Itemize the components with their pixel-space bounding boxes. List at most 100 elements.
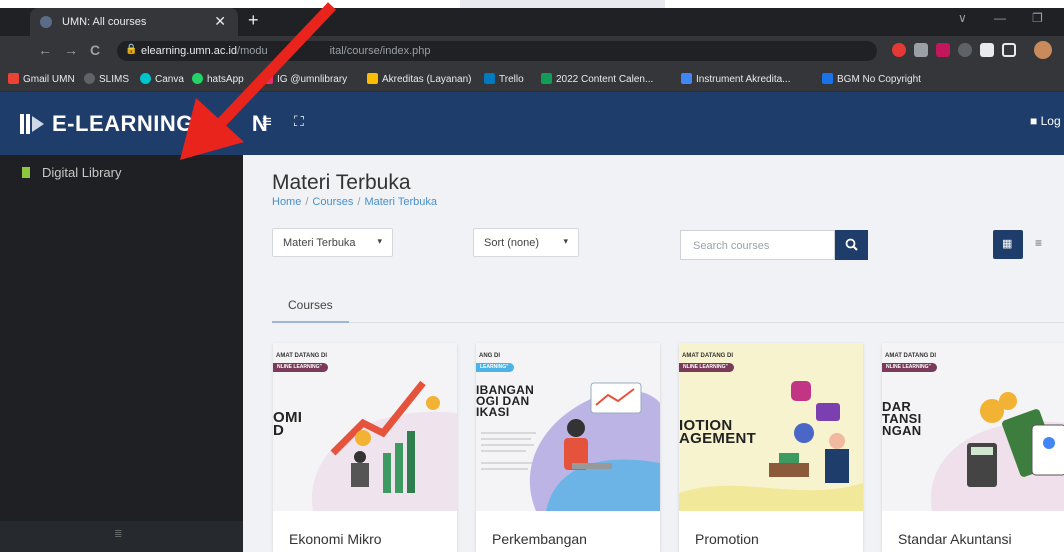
breadcrumb-current[interactable]: Materi Terbuka (364, 196, 437, 208)
trello-icon (484, 73, 495, 84)
music-icon (822, 73, 833, 84)
course-name[interactable]: Perkembangan (492, 531, 587, 547)
course-name[interactable]: Standar Akuntansi (898, 531, 1012, 547)
breadcrumb: Home / Courses / Materi Terbuka (272, 196, 437, 208)
tabs-divider (272, 322, 1064, 323)
e-learning-logo-icon[interactable] (20, 112, 46, 136)
bookmark-item[interactable]: IG @umnlibrary (262, 73, 347, 85)
sidebar-footer: ≣ (0, 521, 243, 552)
search-placeholder: Search courses (693, 240, 770, 252)
chevron-down-icon: ▾ (377, 236, 382, 246)
maximize-button[interactable]: ❐ (1032, 11, 1043, 25)
bookmark-item[interactable]: 2022 Content Calen... (541, 73, 653, 85)
back-button[interactable]: ← (38, 42, 52, 58)
grid-view-button[interactable]: ▦ (993, 230, 1023, 259)
course-cover-image: ANG DI LEARNING" IBANGAN OGI DAN IKASI (476, 343, 660, 511)
login-link[interactable]: ■ Log (1030, 114, 1061, 128)
new-tab-button[interactable]: + (248, 10, 259, 31)
search-input[interactable]: Search courses (680, 230, 835, 260)
hamburger-menu-icon[interactable]: ≡ (262, 112, 272, 132)
cover-title: OMI D (273, 409, 303, 439)
whatsapp-icon (192, 73, 203, 84)
breadcrumb-home[interactable]: Home (272, 196, 301, 208)
course-cover-image: AMAT DATANG DI NLINE LEARNING" DAR TANSI… (882, 343, 1064, 511)
course-card[interactable]: AMAT DATANG DI NLINE LEARNING" OMI D Eko… (273, 343, 457, 552)
favicon-icon (40, 16, 52, 28)
extension-icon[interactable] (892, 43, 906, 57)
bookmark-item[interactable]: Trello (484, 73, 524, 85)
grid-icon: ▦ (1002, 238, 1013, 250)
bookmark-item[interactable]: hatsApp (192, 73, 244, 85)
url-bar[interactable]: 🔒 elearning.umn.ac.id/modu ital/course/in… (117, 41, 877, 61)
main-content: Materi Terbuka Home / Courses / Materi Terbu… (243, 155, 1064, 552)
sort-select[interactable]: Sort (none) ▾ (473, 228, 579, 257)
sidebar-item-digital-library[interactable]: Digital Library (22, 165, 121, 180)
cover-banner-top: AMAT DATANG DI (682, 353, 733, 359)
bookmark-item[interactable]: BGM No Copyright (822, 73, 921, 85)
tab-courses[interactable]: Courses (272, 289, 349, 323)
minimize-button[interactable]: — (994, 11, 1006, 25)
reload-button[interactable]: C (90, 42, 100, 58)
address-toolbar: ← → C 🔒 elearning.umn.ac.id/modu ital/cou… (0, 36, 1064, 66)
sidepanel-icon[interactable] (1002, 43, 1016, 57)
category-select[interactable]: Materi Terbuka ▾ (272, 228, 393, 257)
bookmark-item[interactable]: SLIMS (84, 73, 129, 85)
url-text: elearning.umn.ac.id/modu ital/course/inde… (141, 45, 431, 57)
extension-icon[interactable] (914, 43, 928, 57)
bookmark-item[interactable]: Instrument Akredita... (681, 73, 791, 85)
list-view-button[interactable]: ≡ (1035, 236, 1042, 250)
page-title: Materi Terbuka (272, 171, 411, 194)
course-name[interactable]: Promotion (695, 531, 759, 547)
cover-banner-top: AMAT DATANG DI (885, 353, 936, 359)
tab-title: UMN: All courses (62, 16, 147, 28)
instagram-icon (262, 73, 273, 84)
tab-close-icon[interactable]: ✕ (214, 13, 226, 30)
cover-title: IBANGAN OGI DAN IKASI (476, 383, 535, 419)
breadcrumb-courses[interactable]: Courses (312, 196, 353, 208)
search-icon (845, 238, 858, 251)
lock-icon: 🔒 (125, 44, 138, 55)
search-button[interactable] (835, 230, 868, 260)
brand-name[interactable]: E-LEARNING N (52, 111, 268, 137)
forward-button[interactable]: → (64, 42, 78, 58)
sheets-icon (541, 73, 552, 84)
canva-icon (140, 73, 151, 84)
cover-banner-top: AMAT DATANG DI (276, 353, 327, 359)
cover-title: IOTION AGEMENT (679, 417, 757, 447)
course-card[interactable]: AMAT DATANG DI NLINE LEARNING" IOTION AG… (679, 343, 863, 552)
bookmarks-bar: Gmail UMN SLIMS Canva hatsApp IG @umnlib… (0, 66, 1064, 92)
course-card[interactable]: ANG DI LEARNING" IBANGAN OGI DAN IKASI P… (476, 343, 660, 552)
sidebar: Digital Library ≣ (0, 155, 243, 552)
bookmark-item[interactable]: Canva (140, 73, 184, 85)
fullscreen-icon[interactable]: ⛶ (294, 113, 304, 130)
extension-icon[interactable] (936, 43, 950, 57)
cover-banner-top: ANG DI (479, 353, 500, 359)
course-name[interactable]: Ekonomi Mikro (289, 531, 382, 547)
course-cover-image: AMAT DATANG DI NLINE LEARNING" IOTION AG… (679, 343, 863, 511)
cover-banner-pill: NLINE LEARNING" (679, 363, 734, 372)
site-header: E-LEARNING N ≡ ⛶ ■ Log (0, 92, 1064, 155)
bookmark-item[interactable]: Akreditas (Layanan) (367, 73, 472, 85)
tab-search-icon[interactable]: ∨ (958, 11, 967, 25)
bookmark-item[interactable]: Gmail UMN (8, 73, 75, 85)
gmail-icon (8, 73, 19, 84)
cover-banner-pill: NLINE LEARNING" (273, 363, 328, 372)
sidebar-footer-icon[interactable]: ≣ (114, 529, 122, 540)
browser-tabbar: UMN: All courses ✕ + ∨ — ❐ (0, 0, 1064, 36)
cover-banner-pill: LEARNING" (476, 363, 515, 372)
drive-icon (367, 73, 378, 84)
sidebar-item-label: Digital Library (42, 165, 122, 180)
category-select-value: Materi Terbuka (283, 237, 356, 249)
top-strip (0, 0, 1064, 8)
chevron-down-icon: ▾ (563, 236, 568, 246)
course-cover-image: AMAT DATANG DI NLINE LEARNING" OMI D (273, 343, 457, 511)
slims-icon (84, 73, 95, 84)
browser-tab-active[interactable]: UMN: All courses ✕ (30, 8, 238, 36)
course-card[interactable]: AMAT DATANG DI NLINE LEARNING" DAR TANSI… (882, 343, 1064, 552)
tab-courses-label: Courses (288, 298, 333, 312)
cover-title: DAR TANSI NGAN (882, 399, 922, 438)
book-icon (22, 167, 30, 178)
profile-avatar[interactable] (1034, 41, 1052, 59)
extensions-puzzle-icon[interactable] (980, 43, 994, 57)
extension-icon[interactable] (958, 43, 972, 57)
